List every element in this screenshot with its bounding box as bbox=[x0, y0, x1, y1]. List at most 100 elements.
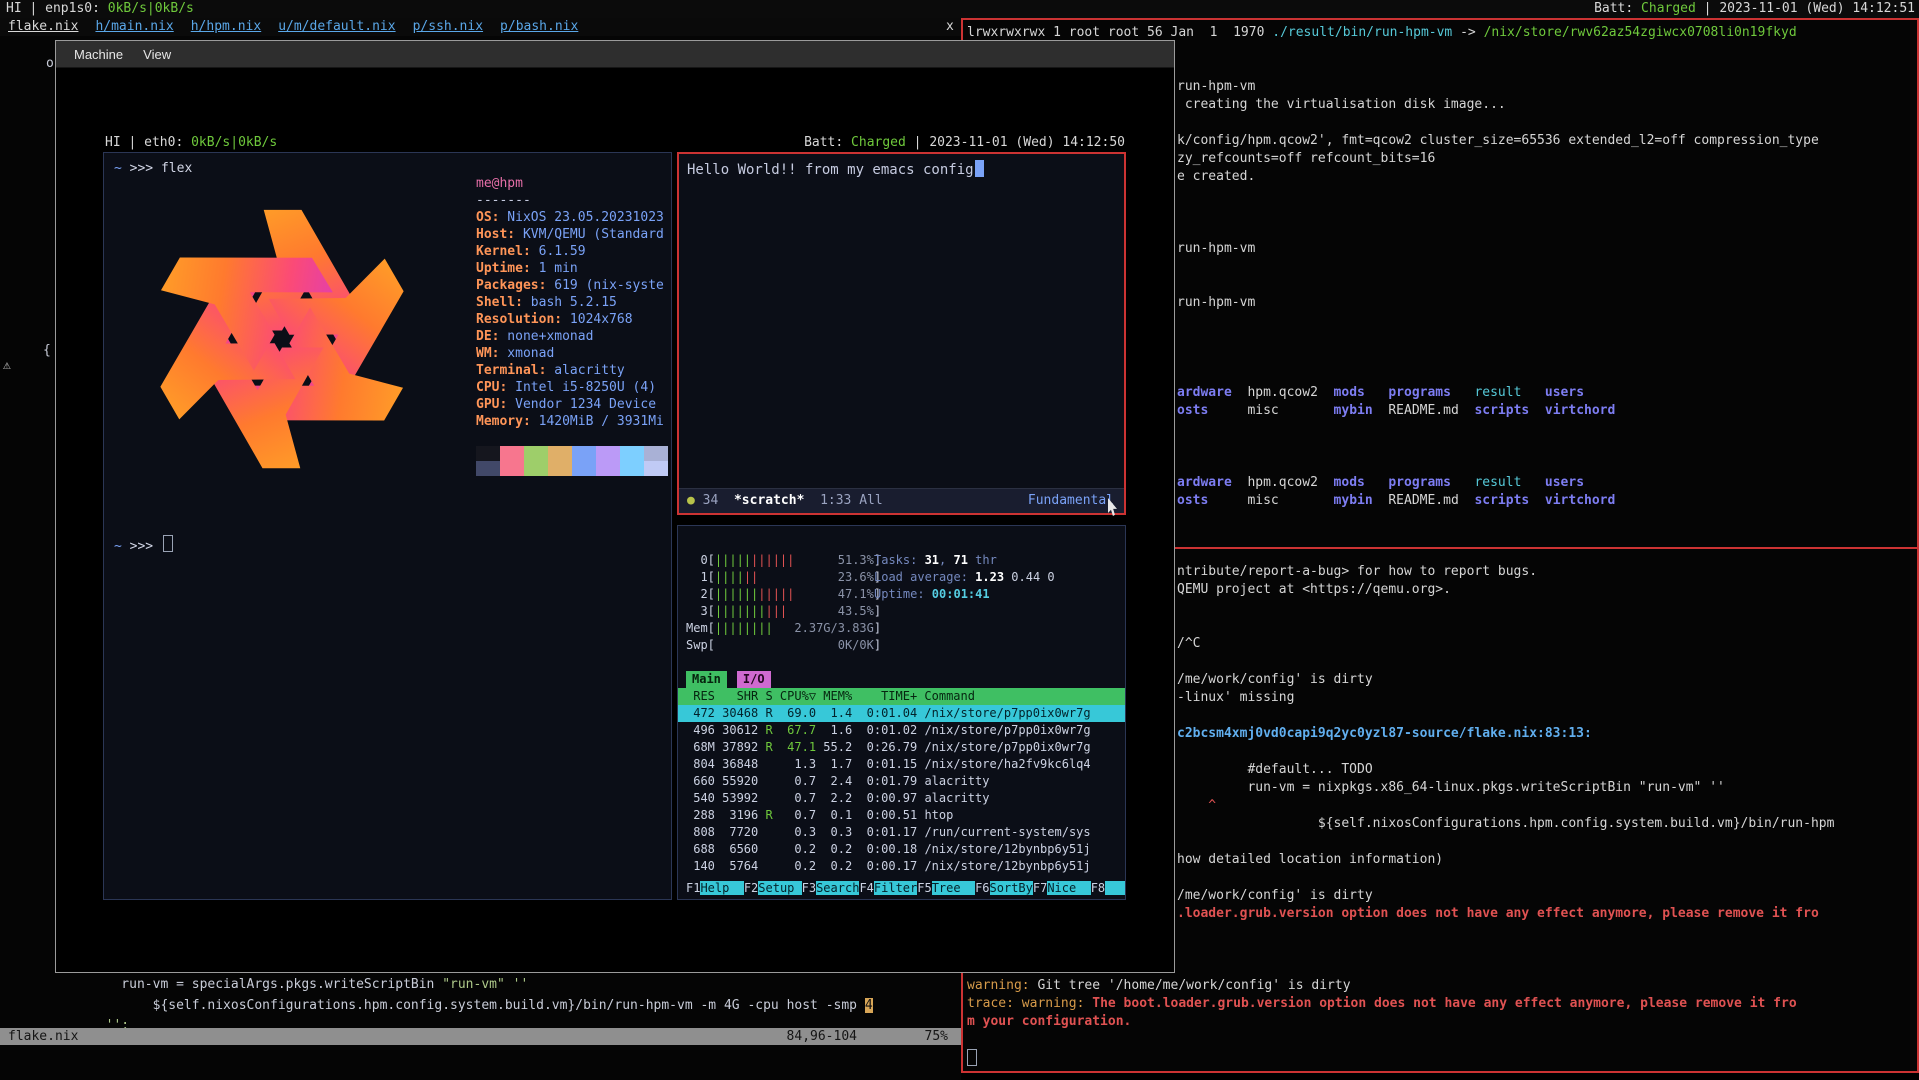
host-battery-clock: Batt: Charged | 2023-11-01 (Wed) 14:12:5… bbox=[1594, 0, 1915, 18]
palette-swatch bbox=[476, 446, 500, 461]
close-icon[interactable]: x bbox=[946, 18, 954, 36]
fetch-user-host: me@hpm bbox=[476, 175, 668, 192]
fn-key-button[interactable]: SortBy bbox=[990, 881, 1033, 895]
emacs-window[interactable]: Hello World!! from my emacs config ● 34 … bbox=[677, 152, 1126, 515]
fetch-field: Terminal: alacritty bbox=[476, 362, 668, 379]
terminal-line bbox=[1177, 959, 1185, 977]
emacs-cursor bbox=[975, 160, 984, 177]
fn-key-label: F7 bbox=[1033, 881, 1047, 895]
terminal-line bbox=[1177, 833, 1185, 851]
fn-key-button[interactable]: Search bbox=[816, 881, 859, 895]
terminal-line: c2bcsm4xmj0vd0capi9q2yc0yzl87-source/fla… bbox=[1177, 725, 1592, 743]
terminal-line: trace: warning: The boot.loader.grub.ver… bbox=[967, 995, 1797, 1013]
palette-swatch bbox=[572, 461, 596, 476]
tab-buffer[interactable]: flake.nix bbox=[8, 19, 78, 34]
terminal-line bbox=[1177, 923, 1185, 941]
htop-process-row[interactable]: 288 3196 R 0.7 0.1 0:00.51 htop bbox=[678, 807, 1125, 824]
fn-key-button[interactable]: Filter bbox=[874, 881, 917, 895]
terminal-line bbox=[1177, 456, 1185, 474]
palette-swatch bbox=[596, 446, 620, 461]
htop-tab-main[interactable]: Main bbox=[686, 671, 727, 688]
statusline-percent: 75% bbox=[925, 1028, 948, 1045]
palette-swatch bbox=[620, 461, 644, 476]
vm-terminal-window[interactable]: ~ >>> flex me@hpm-------OS: NixOS 23.05 bbox=[103, 152, 672, 900]
fn-key-label: F3 bbox=[802, 881, 816, 895]
tab-buffer[interactable]: p/ssh.nix bbox=[413, 19, 483, 34]
htop-process-row[interactable]: 472 30468 R 69.0 1.4 0:01.04 /nix/store/… bbox=[678, 705, 1125, 722]
host-network-status: HI | enp1s0: 0kB/s|0kB/s bbox=[6, 0, 194, 18]
tab-buffer[interactable]: h/main.nix bbox=[95, 19, 173, 34]
fn-key-label: F4 bbox=[859, 881, 873, 895]
tab-buffer-list: flake.nix h/main.nix h/hpm.nix u/m/default.… bbox=[0, 19, 578, 34]
terminal-line: #default... TODO bbox=[1177, 761, 1373, 779]
terminal-line bbox=[1177, 941, 1185, 959]
terminal-line bbox=[1177, 60, 1185, 78]
terminal-line: osts misc mybin README.md scripts virtch… bbox=[1177, 402, 1615, 420]
terminal-line: creating the virtualisation disk image..… bbox=[1177, 96, 1506, 114]
fn-key-button[interactable] bbox=[1105, 881, 1125, 895]
scratch-text: Hello World!! from my emacs config bbox=[687, 162, 974, 178]
desktop: HI | enp1s0: 0kB/s|0kB/s Batt: Charged |… bbox=[0, 0, 1919, 1080]
fn-key-label: F1 bbox=[686, 881, 700, 895]
terminal-line bbox=[1177, 312, 1185, 330]
terminal-line: k/config/hpm.qcow2', fmt=qcow2 cluster_s… bbox=[1177, 132, 1819, 150]
htop-tab-io[interactable]: I/O bbox=[737, 671, 771, 688]
terminal-line: ${self.nixosConfigurations.hpm.config.sy… bbox=[1177, 815, 1834, 833]
terminal-color-palette bbox=[476, 461, 668, 476]
terminal-line bbox=[1177, 743, 1185, 761]
qemu-vm-window[interactable]: MachineView HI | eth0: 0kB/s|0kB/s Batt:… bbox=[55, 40, 1175, 973]
htop-process-row[interactable]: 660 55920 0.7 2.4 0:01.79 alacritty bbox=[678, 773, 1125, 790]
htop-meter: Swp[ 0K/0K] bbox=[686, 637, 881, 654]
htop-meter: 3[|||||||||| 43.5%] bbox=[686, 603, 881, 620]
fetch-field: Host: KVM/QEMU (Standard bbox=[476, 226, 668, 243]
fn-key-label: F6 bbox=[975, 881, 989, 895]
terminal-line: m your configuration. bbox=[967, 1013, 1131, 1031]
terminal-line bbox=[1177, 366, 1185, 384]
menu-item-machine[interactable]: Machine bbox=[64, 47, 133, 62]
vim-text-fragment: { bbox=[43, 342, 51, 360]
tab-buffer[interactable]: p/bash.nix bbox=[500, 19, 578, 34]
terminal-color-palette bbox=[476, 446, 668, 461]
htop-process-row[interactable]: 496 30612 R 67.7 1.6 0:01.02 /nix/store/… bbox=[678, 722, 1125, 739]
terminal-line: /me/work/config' is dirty bbox=[1177, 671, 1373, 689]
menu-item-view[interactable]: View bbox=[133, 47, 181, 62]
vm-status-bar: HI | eth0: 0kB/s|0kB/s Batt: Charged | 2… bbox=[103, 134, 1127, 152]
fetch-field: Resolution: 1024x768 bbox=[476, 311, 668, 328]
terminal-line: run-hpm-vm bbox=[1177, 240, 1255, 258]
fn-key-button[interactable]: Setup bbox=[758, 881, 801, 895]
terminal-line: run-hpm-vm bbox=[1177, 294, 1255, 312]
fn-key-button[interactable]: Nice bbox=[1047, 881, 1090, 895]
warning-sign-icon: ⚠ bbox=[3, 357, 11, 375]
tab-buffer[interactable]: u/m/default.nix bbox=[278, 19, 395, 34]
fn-key-button[interactable]: Tree bbox=[932, 881, 975, 895]
terminal-line bbox=[1177, 869, 1185, 887]
terminal-line bbox=[967, 1031, 975, 1049]
palette-swatch bbox=[596, 461, 620, 476]
system-fetch-info: me@hpm-------OS: NixOS 23.05.20231023Hos… bbox=[476, 175, 668, 476]
fn-key-button[interactable]: Help bbox=[700, 881, 743, 895]
vm-network-status: HI | eth0: 0kB/s|0kB/s bbox=[105, 134, 277, 152]
htop-process-row[interactable]: 540 53992 0.7 2.2 0:00.97 alacritty bbox=[678, 790, 1125, 807]
htop-window[interactable]: 0[||||||||||| 51.3%] 1[|||||| 23.6%] 2[|… bbox=[677, 525, 1126, 900]
htop-process-row[interactable]: 140 5764 0.2 0.2 0:00.17 /nix/store/12by… bbox=[678, 858, 1125, 875]
tab-buffer[interactable]: h/hpm.nix bbox=[191, 19, 261, 34]
fetch-field: WM: xmonad bbox=[476, 345, 668, 362]
vim-code-line: ${self.nixosConfigurations.hpm.config.sy… bbox=[90, 997, 873, 1015]
palette-swatch bbox=[524, 461, 548, 476]
htop-process-row[interactable]: 808 7720 0.3 0.3 0:01.17 /run/current-sy… bbox=[678, 824, 1125, 841]
vim-statusline: flake.nix 84,96-104 75% bbox=[0, 1028, 961, 1045]
terminal-line: QEMU project at <https://qemu.org>. bbox=[1177, 581, 1451, 599]
palette-swatch bbox=[644, 461, 668, 476]
htop-process-row[interactable]: 688 6560 0.2 0.2 0:00.18 /nix/store/12by… bbox=[678, 841, 1125, 858]
htop-process-row[interactable]: 68M 37892 R 47.1 55.2 0:26.79 /nix/store… bbox=[678, 739, 1125, 756]
htop-process-row[interactable]: 804 36848 1.3 1.7 0:01.15 /nix/store/ha2… bbox=[678, 756, 1125, 773]
statusline-filename: flake.nix bbox=[8, 1028, 78, 1045]
palette-swatch bbox=[620, 446, 644, 461]
terminal-line bbox=[1177, 653, 1185, 671]
shell-prompt: ~ >>> flex bbox=[114, 160, 192, 177]
palette-swatch bbox=[572, 446, 596, 461]
modeline-major-mode: Fundamental bbox=[1028, 489, 1114, 513]
htop-table-header[interactable]: RES SHR S CPU%▽ MEM% TIME+ Command bbox=[678, 688, 1125, 705]
terminal-line bbox=[1177, 258, 1185, 276]
terminal-line: e created. bbox=[1177, 168, 1255, 186]
